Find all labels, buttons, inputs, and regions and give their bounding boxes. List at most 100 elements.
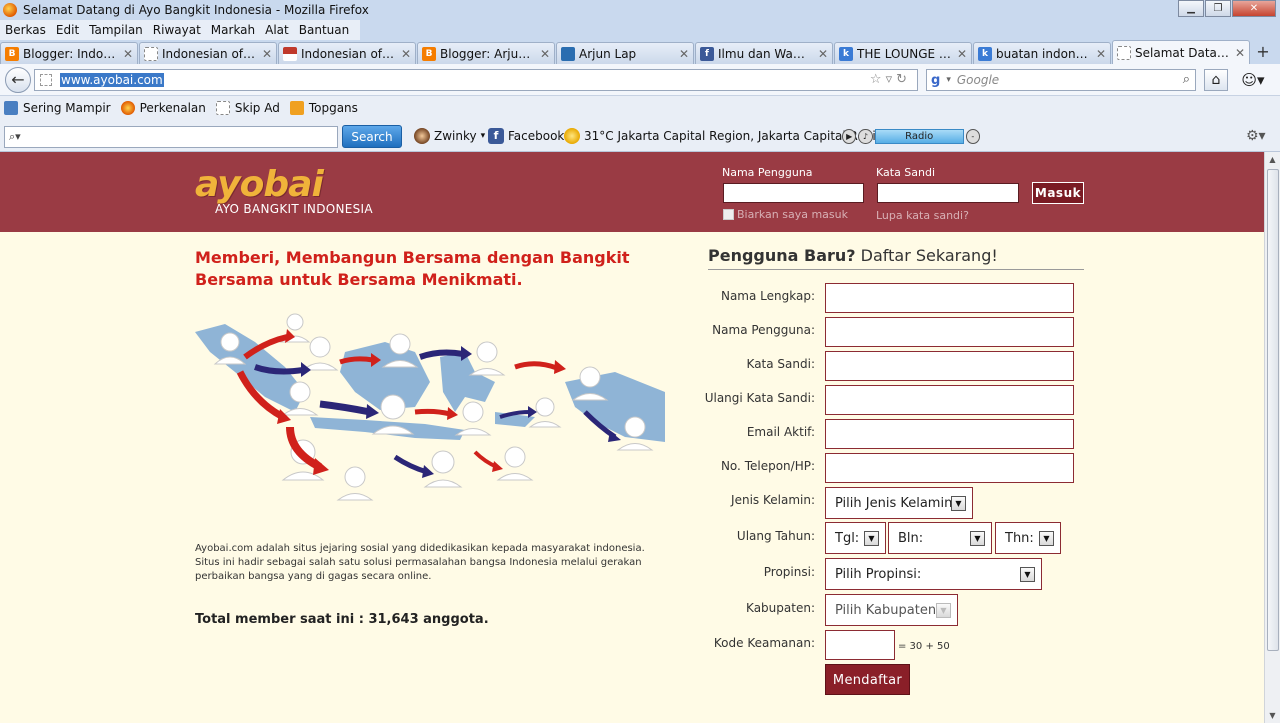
page-scrollbar[interactable]: ▲ ▼ xyxy=(1264,152,1280,723)
toolbar-search-input[interactable]: ⌕▾ xyxy=(4,126,338,148)
logo-tagline: AYO BANGKIT INDONESIA xyxy=(215,202,373,216)
login-username-input[interactable] xyxy=(723,183,864,203)
username-input[interactable] xyxy=(825,317,1074,347)
tab-close-icon[interactable]: ✕ xyxy=(679,47,689,61)
birthday-day-select[interactable]: Tgl: ▼ xyxy=(825,522,886,554)
back-button[interactable]: ← xyxy=(5,66,31,93)
blogger-icon: B xyxy=(422,46,436,61)
birthday-month-select[interactable]: Bln: ▼ xyxy=(888,522,992,554)
tab-close-icon[interactable]: ✕ xyxy=(540,47,550,61)
search-icon: ⌕▾ xyxy=(9,130,21,143)
register-submit-button[interactable]: Mendaftar xyxy=(825,664,910,695)
tab-arjun-lap[interactable]: Arjun Lap ✕ xyxy=(556,42,694,64)
province-select[interactable]: Pilih Propinsi: ▼ xyxy=(825,558,1042,590)
tab-blogger-indonesi[interactable]: B Blogger: Indonesi... ✕ xyxy=(0,42,138,64)
tab-ilmu-dan-wawasan[interactable]: f Ilmu dan Wawasan ✕ xyxy=(695,42,833,64)
tab-blogger-arjun[interactable]: B Blogger: Arjun La... ✕ xyxy=(417,42,555,64)
new-tab-button[interactable]: + xyxy=(1251,42,1275,64)
menu-alat[interactable]: Alat xyxy=(260,23,294,37)
web-search-bar[interactable]: g ▾ Google ⌕ xyxy=(926,69,1196,91)
search-icon[interactable]: ⌕ xyxy=(1183,72,1190,87)
minimize-button[interactable]: ▁ xyxy=(1178,0,1204,17)
toolbar-search-button[interactable]: Search xyxy=(342,125,402,148)
chevron-down-icon[interactable]: ▼ xyxy=(951,496,966,511)
chevron-down-icon[interactable]: ▼ xyxy=(970,531,985,546)
home-button[interactable]: ⌂ xyxy=(1204,69,1228,91)
close-window-button[interactable]: ✕ xyxy=(1232,0,1276,17)
scroll-down-icon[interactable]: ▼ xyxy=(1265,708,1280,723)
birthday-year-select[interactable]: Thn: ▼ xyxy=(995,522,1061,554)
chevron-down-icon[interactable]: ▼ xyxy=(1020,567,1035,582)
tab-indonesian-of-science-2[interactable]: Indonesian of Scie... ✕ xyxy=(278,42,416,64)
tab-label: Ilmu dan Wawasan xyxy=(718,46,814,61)
bookmark-skip-ad[interactable]: Skip Ad xyxy=(215,101,280,115)
menu-bar: Berkas Edit Tampilan Riwayat Markah Alat… xyxy=(0,20,1280,40)
search-placeholder: Google xyxy=(956,73,1000,87)
total-members: Total member saat ini : 31,643 anggota. xyxy=(195,612,489,627)
menu-markah[interactable]: Markah xyxy=(206,23,260,37)
login-button[interactable]: Masuk xyxy=(1032,182,1084,204)
maximize-button[interactable]: ❐ xyxy=(1205,0,1231,17)
play-icon[interactable]: ▶ xyxy=(842,129,857,144)
email-input[interactable] xyxy=(825,419,1074,449)
scroll-thumb[interactable] xyxy=(1267,169,1279,651)
menu-riwayat[interactable]: Riwayat xyxy=(148,23,206,37)
label-username: Nama Pengguna: xyxy=(712,323,815,337)
password-input[interactable] xyxy=(825,351,1074,381)
bookmark-sering-mampir[interactable]: Sering Mampir xyxy=(4,101,111,115)
bookmark-topgans[interactable]: Topgans xyxy=(289,101,358,115)
site-logo[interactable]: ayobai AYO BANGKIT INDONESIA xyxy=(195,166,373,217)
url-text[interactable]: www.ayobai.com xyxy=(60,73,164,87)
url-bar[interactable]: www.ayobai.com ☆▿↻ xyxy=(34,69,918,91)
radio-select[interactable]: Radio xyxy=(874,129,964,144)
captcha-input[interactable] xyxy=(825,630,895,660)
tab-the-lounge[interactable]: k THE LOUNGE - Ka... ✕ xyxy=(834,42,972,64)
bookmark-perkenalan[interactable]: Perkenalan xyxy=(120,101,206,115)
gender-select[interactable]: Pilih Jenis Kelamin: ▼ xyxy=(825,487,973,519)
facebook-button[interactable]: f Facebook xyxy=(488,128,564,144)
google-icon[interactable]: g xyxy=(931,73,940,88)
tab-label: Blogger: Indonesi... xyxy=(23,46,119,61)
password-repeat-input[interactable] xyxy=(825,385,1074,415)
site-identity-icon[interactable] xyxy=(40,74,52,86)
tab-label: Indonesian of Scie... xyxy=(301,46,397,61)
engine-dropdown-icon[interactable]: ▾ xyxy=(946,75,951,85)
regency-select[interactable]: Pilih Kabupaten: ▼ xyxy=(825,594,958,626)
chevron-down-icon[interactable]: ▼ xyxy=(936,603,951,618)
reload-icon[interactable]: ↻ xyxy=(896,72,911,87)
label-gender: Jenis Kelamin: xyxy=(731,493,815,507)
menu-tampilan[interactable]: Tampilan xyxy=(84,23,148,37)
remember-me[interactable]: Biarkan saya masuk xyxy=(723,208,848,221)
chevron-down-icon[interactable]: ▼ xyxy=(864,531,879,546)
menu-edit[interactable]: Edit xyxy=(51,23,84,37)
radio-menu-icon[interactable]: - xyxy=(965,129,981,144)
dropdown-arrow-icon[interactable]: ▿ xyxy=(886,72,897,87)
chevron-down-icon[interactable]: ▼ xyxy=(1039,531,1054,546)
scroll-up-icon[interactable]: ▲ xyxy=(1265,152,1280,167)
url-bar-tools: ☆▿↻ xyxy=(870,72,911,87)
phone-input[interactable] xyxy=(825,453,1074,483)
menu-bantuan[interactable]: Bantuan xyxy=(294,23,354,37)
forgot-password-link[interactable]: Lupa kata sandi? xyxy=(876,209,969,222)
addon-smiley-icon[interactable]: ☺▾ xyxy=(1236,69,1270,91)
bookmark-star-icon[interactable]: ☆ xyxy=(870,72,886,87)
toolbar-settings-icon[interactable]: ⚙▾ xyxy=(1246,128,1266,144)
zwinky-button[interactable]: Zwinky ▾ xyxy=(414,128,485,144)
tab-close-icon[interactable]: ✕ xyxy=(818,47,828,61)
tab-indonesian-of-science-1[interactable]: Indonesian of Scie... ✕ xyxy=(139,42,277,64)
tab-buatan-indonesia[interactable]: k buatan indonesia,... ✕ xyxy=(973,42,1111,64)
tab-close-icon[interactable]: ✕ xyxy=(1235,46,1245,60)
menu-berkas[interactable]: Berkas xyxy=(0,23,51,37)
tab-label: Selamat Datang di... xyxy=(1135,45,1231,60)
tab-close-icon[interactable]: ✕ xyxy=(1096,47,1106,61)
tab-close-icon[interactable]: ✕ xyxy=(957,47,967,61)
login-password-input[interactable] xyxy=(877,183,1019,203)
tab-close-icon[interactable]: ✕ xyxy=(123,47,133,61)
tab-selamat-datang[interactable]: Selamat Datang di... ✕ xyxy=(1112,40,1250,64)
full-name-input[interactable] xyxy=(825,283,1074,313)
volume-icon[interactable]: ♪ xyxy=(858,129,873,144)
tab-close-icon[interactable]: ✕ xyxy=(401,47,411,61)
tab-close-icon[interactable]: ✕ xyxy=(262,47,272,61)
remember-checkbox[interactable] xyxy=(723,209,734,220)
rss-icon xyxy=(289,101,304,115)
